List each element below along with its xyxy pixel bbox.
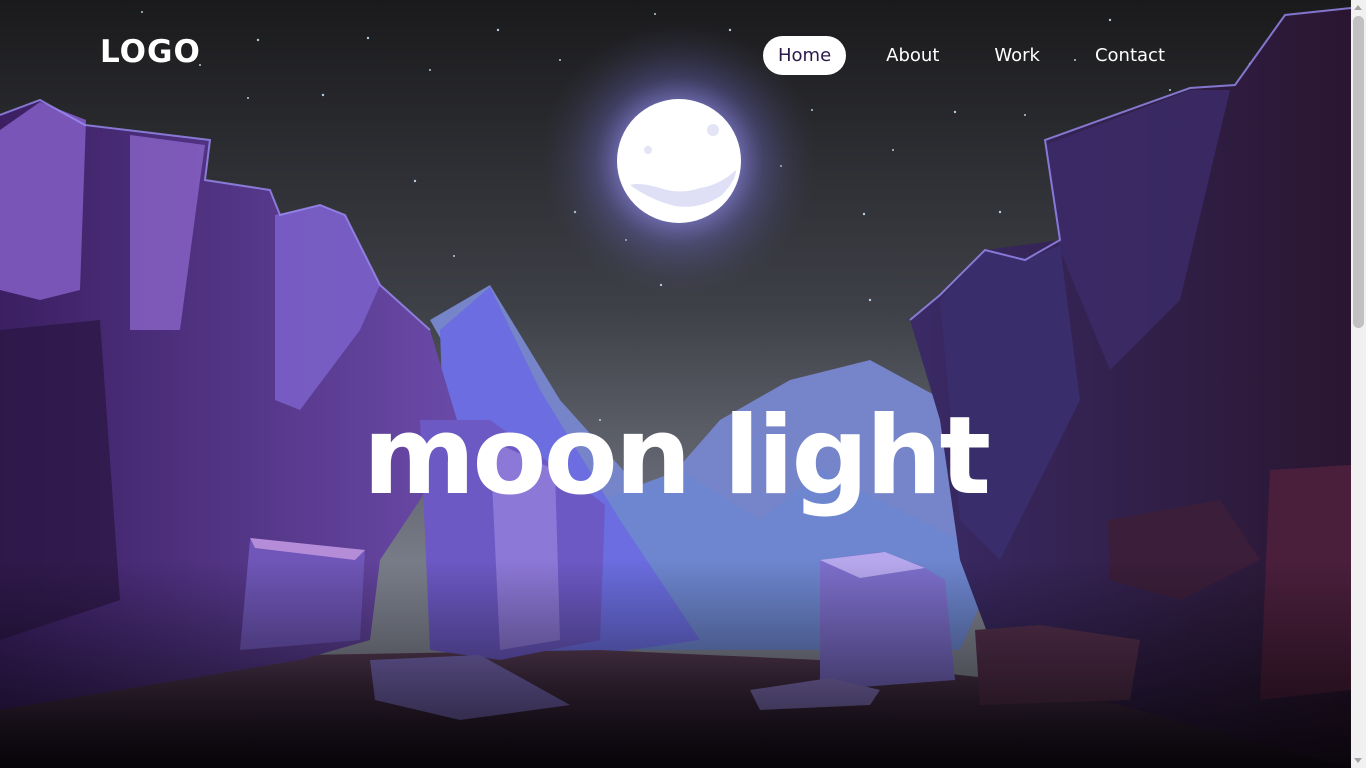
nav-work-link[interactable]: Work (979, 36, 1055, 75)
main-nav: Home About Work Contact (763, 36, 1180, 75)
moon-icon (617, 99, 741, 223)
scroll-up-arrow-icon[interactable] (1354, 5, 1362, 10)
nav-about-link[interactable]: About (871, 36, 954, 75)
nav-contact-link[interactable]: Contact (1080, 36, 1180, 75)
vertical-scrollbar[interactable] (1351, 0, 1366, 768)
moonlit-canyon-illustration (0, 0, 1351, 768)
scrollbar-thumb[interactable] (1353, 16, 1364, 328)
scroll-down-arrow-icon[interactable] (1354, 758, 1362, 763)
background-scene (0, 0, 1351, 768)
hero-title: moon light (362, 394, 991, 520)
nav-home-link[interactable]: Home (763, 36, 847, 75)
logo[interactable]: LOGO (100, 34, 201, 70)
site-header: LOGO Home About Work Contact (0, 0, 1351, 110)
